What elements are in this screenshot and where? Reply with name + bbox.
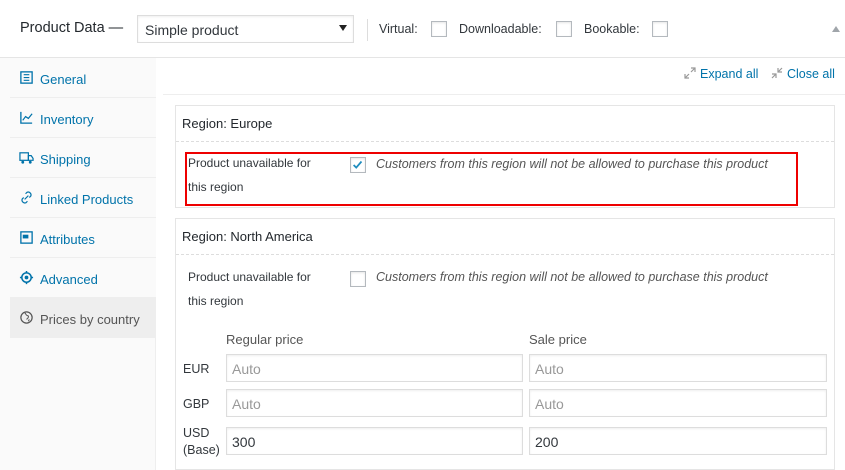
gear-icon bbox=[19, 270, 34, 285]
regular-price-header: Regular price bbox=[226, 332, 304, 347]
unavailable-checkbox[interactable] bbox=[350, 271, 366, 287]
input-placeholder: Auto bbox=[535, 396, 564, 412]
tab-label: General bbox=[40, 72, 87, 87]
regular-price-input-gbp[interactable]: Auto bbox=[226, 389, 523, 417]
header-divider bbox=[367, 19, 368, 41]
input-placeholder: Auto bbox=[232, 396, 261, 412]
general-icon bbox=[20, 71, 33, 84]
expand-all-link[interactable]: Expand all bbox=[684, 67, 758, 81]
regular-price-input-eur[interactable]: Auto bbox=[226, 354, 523, 382]
region-europe: Region: Europe Product unavailable for t… bbox=[175, 105, 835, 208]
link-icon bbox=[21, 191, 32, 204]
currency-base-label: (Base) bbox=[183, 443, 220, 457]
close-all-label: Close all bbox=[787, 67, 835, 81]
product-data-header: Product Data — Simple product Virtual: D… bbox=[0, 0, 845, 58]
downloadable-checkbox[interactable] bbox=[556, 21, 572, 37]
collapse-icon bbox=[771, 67, 783, 79]
unavailable-label-line2: this region bbox=[188, 294, 244, 308]
tab-label: Linked Products bbox=[40, 192, 134, 207]
input-placeholder: Auto bbox=[232, 361, 261, 377]
regular-price-input-usd[interactable]: 300 bbox=[226, 427, 523, 455]
unavailable-description: Customers from this region will not be a… bbox=[376, 270, 768, 284]
unavailable-label: Product unavailable for bbox=[188, 270, 311, 284]
input-placeholder: Auto bbox=[535, 361, 564, 377]
prices-by-country-panel: Expand all Close all Region: Europe Prod… bbox=[156, 58, 845, 470]
tab-advanced[interactable]: Advanced bbox=[10, 258, 156, 298]
expand-collapse-bar: Expand all Close all bbox=[163, 58, 845, 95]
virtual-checkbox[interactable] bbox=[431, 21, 447, 37]
product-data-tabs: General Inventory Shipping Linked Produc… bbox=[0, 58, 156, 470]
virtual-label: Virtual: bbox=[379, 22, 418, 36]
expand-icon bbox=[684, 67, 696, 79]
region-title: Region: North America bbox=[182, 229, 313, 244]
bookable-label: Bookable: bbox=[584, 22, 640, 36]
truck-icon bbox=[19, 152, 34, 164]
tab-label: Attributes bbox=[40, 232, 95, 247]
expand-all-label: Expand all bbox=[700, 67, 759, 81]
tab-prices-by-country[interactable]: Prices by country bbox=[10, 298, 156, 338]
tab-general[interactable]: General bbox=[10, 58, 156, 98]
sale-price-input-usd[interactable]: 200 bbox=[529, 427, 827, 455]
inventory-icon bbox=[20, 111, 33, 124]
currency-label: USD bbox=[183, 426, 210, 440]
tab-label: Shipping bbox=[40, 152, 91, 167]
globe-icon bbox=[20, 311, 33, 324]
tab-label: Advanced bbox=[40, 272, 98, 287]
tab-inventory[interactable]: Inventory bbox=[10, 98, 156, 138]
collapse-panel-icon[interactable] bbox=[832, 26, 840, 32]
input-value: 300 bbox=[232, 434, 256, 450]
tab-linked-products[interactable]: Linked Products bbox=[10, 178, 156, 218]
tab-label: Prices by country bbox=[40, 312, 140, 327]
sale-price-input-eur[interactable]: Auto bbox=[529, 354, 827, 382]
tab-label: Inventory bbox=[40, 112, 94, 127]
bookable-checkbox[interactable] bbox=[652, 21, 668, 37]
region-north-america: Region: North America Product unavailabl… bbox=[175, 218, 835, 470]
highlight-box bbox=[185, 152, 798, 206]
downloadable-label: Downloadable: bbox=[459, 22, 542, 36]
close-all-link[interactable]: Close all bbox=[771, 67, 835, 81]
tab-shipping[interactable]: Shipping bbox=[10, 138, 156, 178]
region-header[interactable]: Region: Europe bbox=[176, 106, 834, 142]
currency-label: EUR bbox=[183, 362, 210, 376]
product-type-value: Simple product bbox=[145, 22, 239, 38]
region-header[interactable]: Region: North America bbox=[176, 219, 834, 255]
chevron-down-icon bbox=[339, 25, 347, 31]
input-value: 200 bbox=[535, 434, 559, 450]
product-type-select[interactable]: Simple product bbox=[137, 15, 354, 43]
sale-price-header: Sale price bbox=[529, 332, 587, 347]
region-title: Region: Europe bbox=[182, 116, 273, 131]
attributes-icon bbox=[20, 231, 33, 244]
sale-price-input-gbp[interactable]: Auto bbox=[529, 389, 827, 417]
currency-label: GBP bbox=[183, 397, 210, 411]
product-data-title: Product Data — bbox=[20, 20, 124, 36]
tab-attributes[interactable]: Attributes bbox=[10, 218, 156, 258]
